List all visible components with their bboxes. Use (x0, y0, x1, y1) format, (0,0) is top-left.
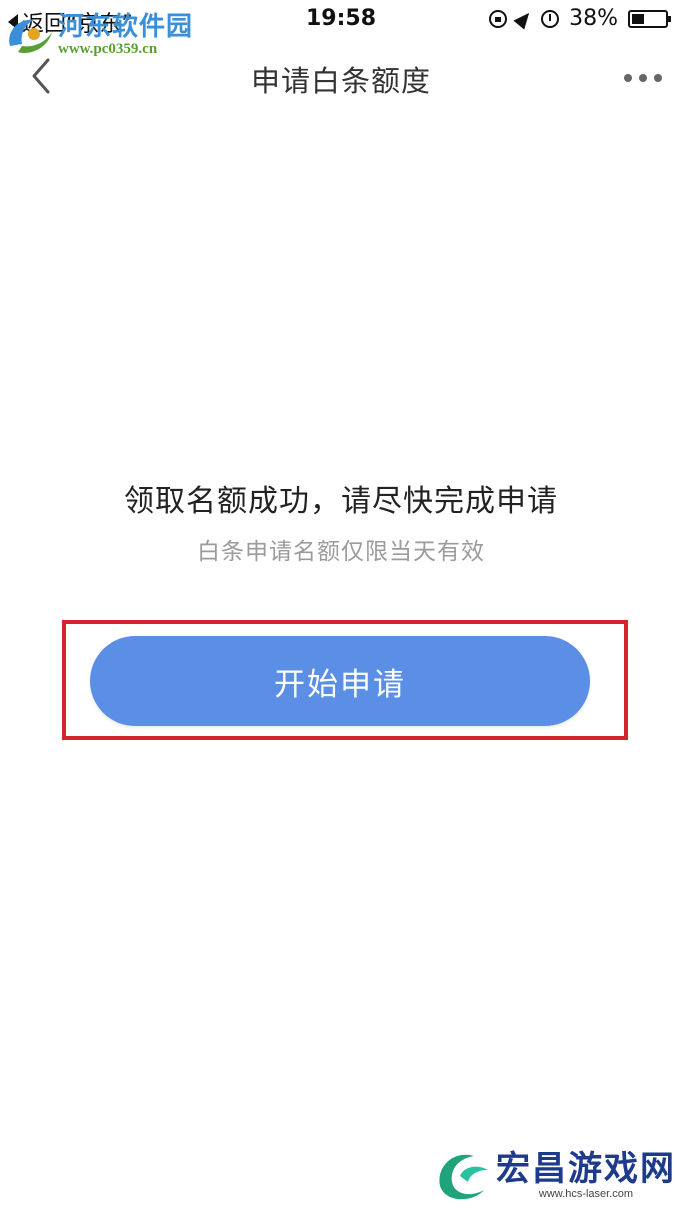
nav-bar: 申请白条额度 (0, 40, 682, 116)
watermark-dragon-logo-icon (439, 1154, 488, 1200)
battery-icon (628, 9, 671, 28)
watermark-top-title: 河东软件园 (58, 12, 194, 41)
battery-percent: 38% (569, 6, 618, 31)
start-apply-button[interactable]: 开始申请 (90, 636, 590, 726)
page-title: 申请白条额度 (250, 64, 431, 98)
more-dot (624, 74, 632, 82)
status-icons: 38% (489, 6, 671, 31)
validity-note: 白条申请名额仅限当天有效 (197, 539, 485, 565)
location-arrow-icon (513, 7, 535, 30)
success-headline: 领取名额成功，请尽快完成申请 (124, 484, 558, 519)
alarm-icon (541, 9, 560, 28)
more-dots-icon[interactable] (624, 74, 662, 82)
watermark-bottom-url: www.hcs-laser.com (538, 1188, 634, 1200)
watermark-bottom-title: 宏昌游戏网 (496, 1149, 676, 1189)
rotation-lock-icon (489, 9, 508, 28)
more-dot (654, 74, 662, 82)
more-dot (639, 74, 647, 82)
watermark-bottom: 宏昌游戏网 www.hcs-laser.com (430, 1146, 676, 1206)
battery-fill (632, 13, 644, 24)
